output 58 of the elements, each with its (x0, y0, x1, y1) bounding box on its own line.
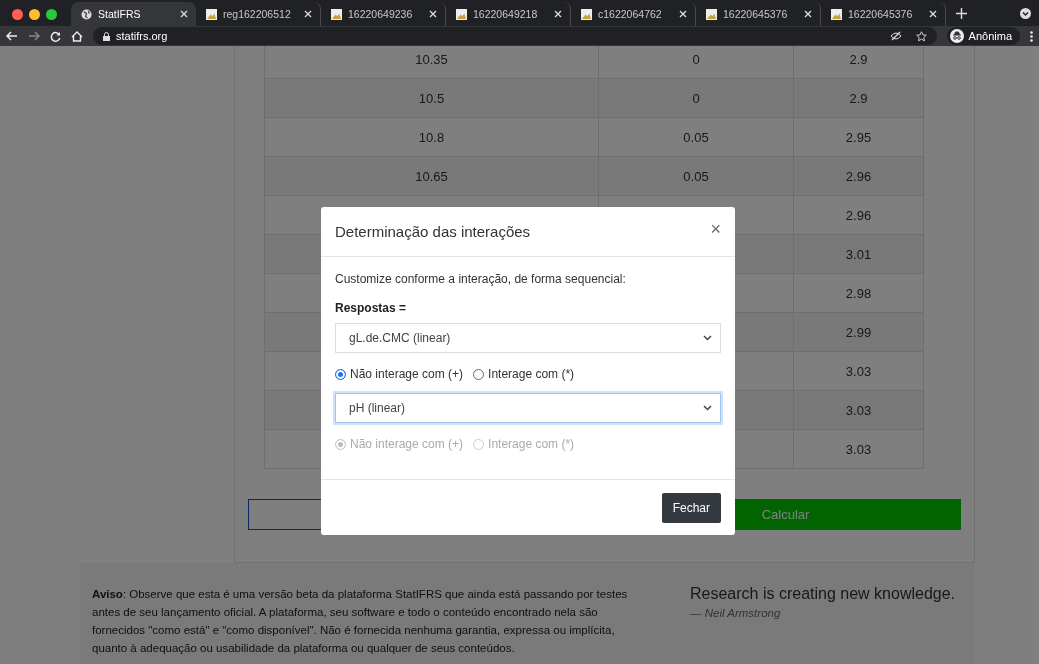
image-icon (331, 8, 342, 20)
table-cell-text: 3.03 (844, 362, 873, 381)
table-cell-text: 2.96 (844, 167, 873, 186)
star-icon[interactable] (915, 30, 927, 42)
image-icon (706, 8, 717, 20)
table-cell-text: 2.9 (848, 89, 869, 108)
eye-off-icon[interactable] (889, 31, 902, 41)
close-tab-icon[interactable] (804, 10, 812, 18)
intro-text: Customize conforme a interação, de forma sequencial: (335, 272, 627, 286)
select-field[interactable]: pH (linear) (335, 393, 721, 423)
back-icon[interactable] (6, 31, 18, 41)
lock-icon (103, 31, 110, 41)
globe-icon (81, 8, 92, 20)
new-tab-icon[interactable] (956, 8, 967, 19)
maximize-window-button[interactable] (46, 8, 57, 20)
menu-icon[interactable] (1030, 30, 1033, 42)
image-icon (581, 8, 592, 20)
close-tab-icon[interactable] (429, 10, 437, 18)
tab-search-icon[interactable] (1020, 8, 1031, 19)
image-icon (831, 8, 842, 20)
browser-tab[interactable]: StatIFRS (71, 2, 196, 26)
select-field[interactable]: gL.de.CMC (linear) (335, 323, 721, 353)
incognito-icon (949, 29, 964, 43)
close-tab-icon[interactable] (679, 10, 687, 18)
close-tab-icon[interactable] (180, 10, 188, 18)
close-tab-icon[interactable] (929, 10, 937, 18)
table-cell-text: 2.99 (844, 323, 873, 342)
close-tab-icon[interactable] (304, 10, 312, 18)
notice-text: Aviso: Observe que esta é uma versão beta da plataforma StatIFRS que ainda está passando por testes antes de seu lançamento oficial. A plataforma, seu software e todo o conteúdo encontrado nela são fornecidos "como está" e "como disponível". Não é fornecida nenhuma garantia, expressa ou implícita, quanto à adequação ou usabilidade da plataforma ou qualquer de seus conteúdos. (92, 587, 629, 656)
table-cell-text: 3.01 (844, 245, 873, 264)
table-cell-text: 3.03 (844, 440, 873, 459)
table-cell-text: 2.98 (844, 284, 873, 303)
table-cell-text: 2.9 (848, 50, 869, 69)
close-dialog-button[interactable]: Fechar (661, 493, 721, 523)
profile-button[interactable]: Anônima (946, 27, 1020, 45)
forward-icon[interactable] (28, 31, 40, 41)
quote-author: — Neil Armstrong (690, 607, 782, 619)
close-button[interactable]: × (710, 219, 721, 244)
radio-option[interactable]: Não interage com (+) (335, 367, 464, 381)
chevron-down-icon (703, 405, 712, 411)
address-bar[interactable]: statifrs.org (93, 27, 937, 45)
quote-text: Research is creating new knowledge. (690, 585, 957, 603)
table-cell-text: 3.03 (844, 401, 873, 420)
close-tab-icon[interactable] (554, 10, 562, 18)
responses-label: Respostas = (335, 301, 408, 315)
image-icon (206, 8, 217, 20)
chevron-down-icon (703, 335, 712, 341)
radio-option[interactable]: Interage com (*) (473, 367, 575, 381)
home-icon[interactable] (71, 30, 83, 42)
table-cell-text: 2.95 (844, 128, 873, 147)
radio-button[interactable] (473, 368, 485, 380)
reload-icon[interactable] (50, 30, 61, 42)
modal-title: Determinação das interações (335, 223, 531, 240)
minimize-window-button[interactable] (29, 8, 40, 20)
image-icon (456, 8, 467, 20)
radio-button[interactable] (335, 368, 346, 380)
table-cell-text: 2.96 (844, 206, 873, 225)
close-window-button[interactable] (12, 8, 23, 20)
